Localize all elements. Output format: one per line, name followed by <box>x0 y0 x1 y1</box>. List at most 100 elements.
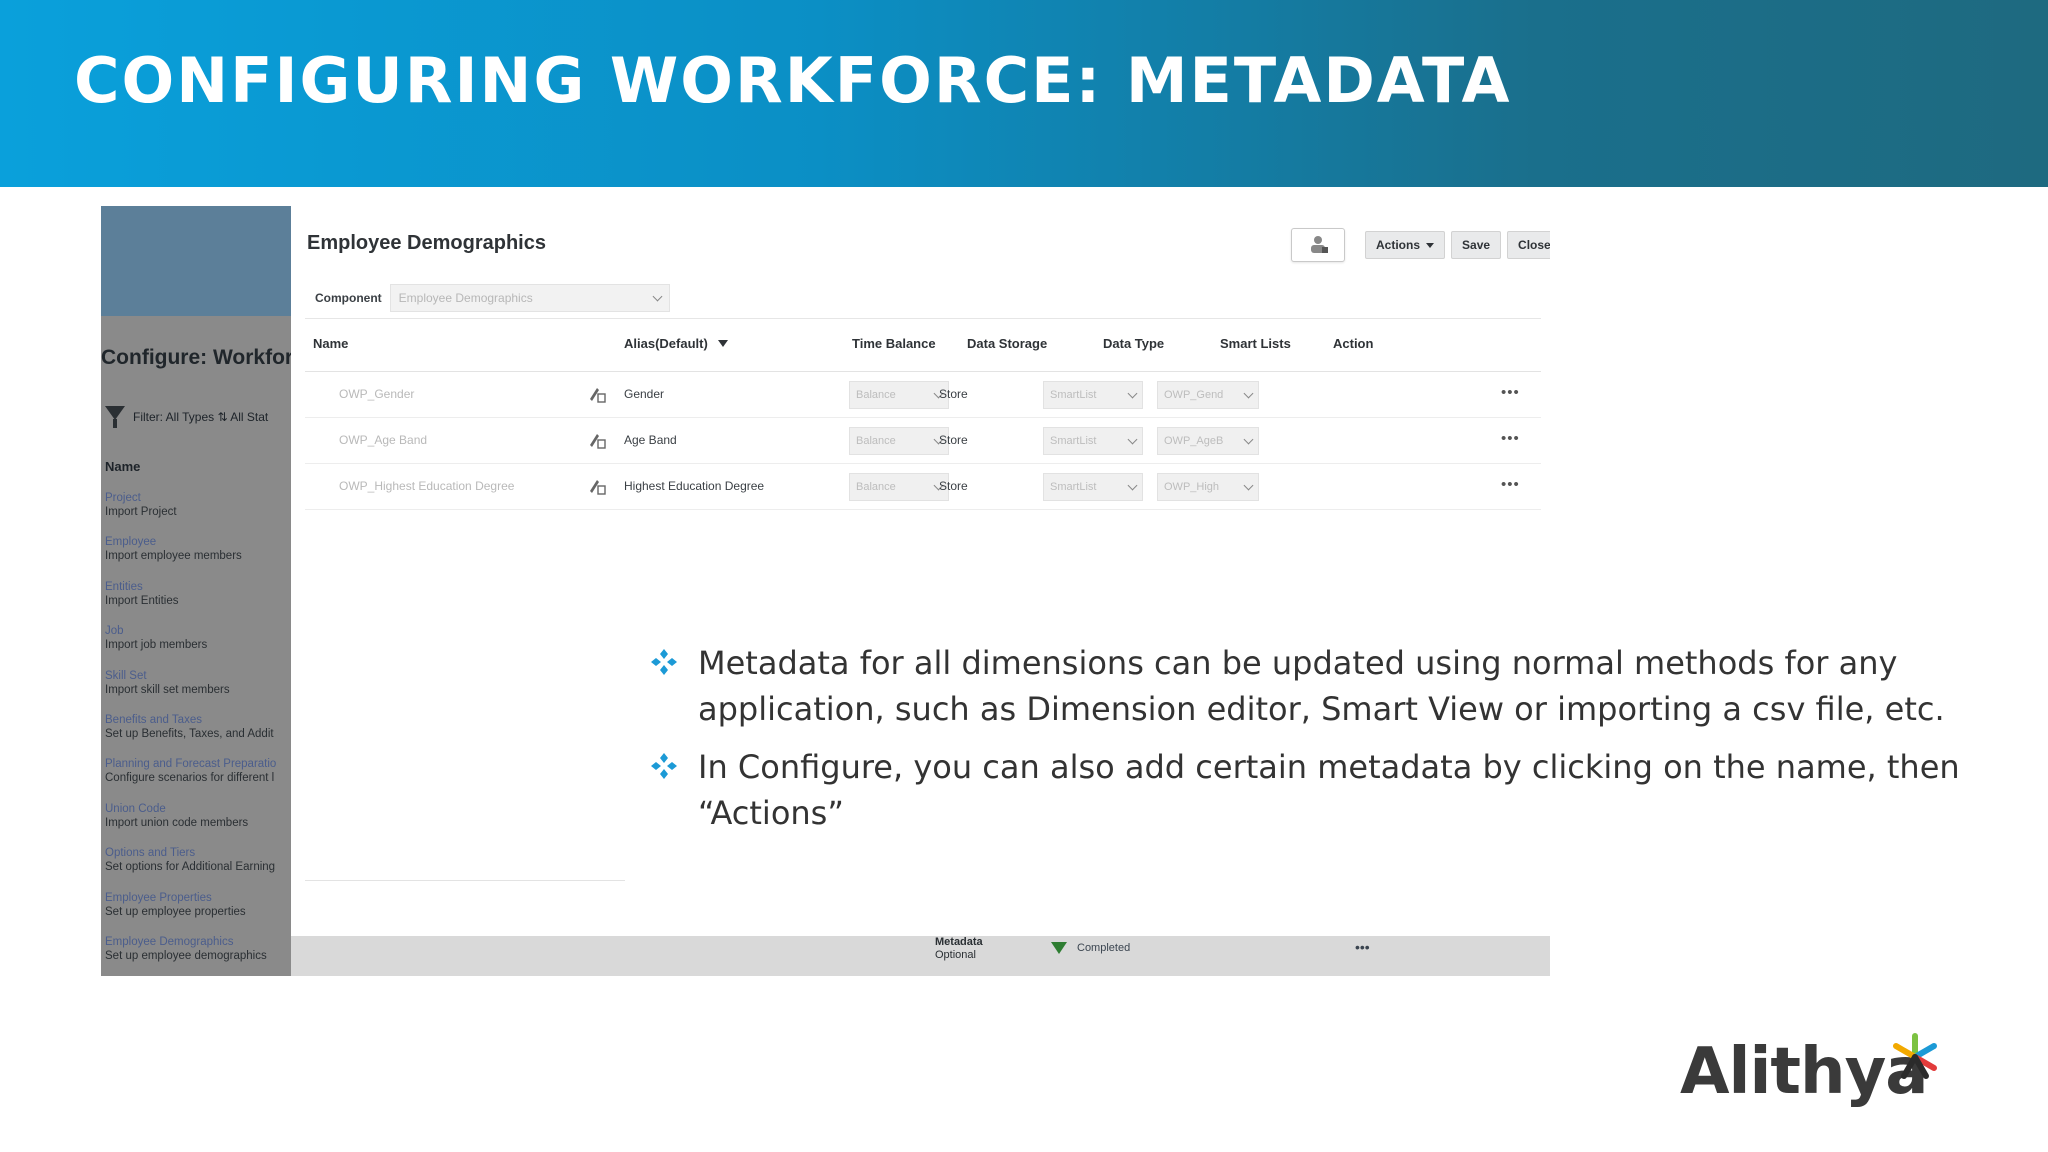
column-header-action[interactable]: Action <box>1333 336 1373 351</box>
app-screenshot: Configure: Workfor Filter: All Types ⇅ A… <box>101 206 1550 976</box>
bullet-list: Metadata for all dimensions can be updat… <box>650 640 1980 848</box>
time-balance-value: Balance <box>856 435 896 447</box>
slide-title: CONFIGURING WORKFORCE: METADATA <box>74 44 1512 117</box>
alias-header-label: Alias(Default) <box>624 336 708 351</box>
row-actions-icon[interactable]: ••• <box>1355 939 1370 955</box>
dialog-title: Employee Demographics <box>307 232 546 254</box>
edit-alias-icon[interactable] <box>588 385 606 403</box>
configure-name-header: Name <box>105 459 141 474</box>
diamond-bullet-icon <box>651 753 677 779</box>
filter-bar[interactable]: Filter: All Types ⇅ All Stat <box>105 406 268 428</box>
alias-value[interactable]: Gender <box>624 387 664 401</box>
list-item[interactable]: Employee Import employee members <box>105 535 291 579</box>
column-header-time-balance[interactable]: Time Balance <box>852 336 936 351</box>
smart-list-value: OWP_Gend <box>1164 389 1224 401</box>
list-item-title[interactable]: Employee <box>105 535 291 549</box>
data-type-select[interactable]: SmartList <box>1043 473 1143 501</box>
table-row: OWP_Gender Gender Balance Store SmartLis… <box>305 372 1541 418</box>
member-name[interactable]: OWP_Age Band <box>339 433 427 447</box>
chevron-down-icon <box>1127 434 1138 444</box>
list-item[interactable]: Employee Demographics Set up employee dem… <box>105 935 291 976</box>
column-header-name[interactable]: Name <box>313 336 348 351</box>
list-item-desc: Import Project <box>105 506 177 518</box>
chevron-down-icon <box>1426 242 1435 248</box>
component-select[interactable]: Employee Demographics <box>389 284 670 312</box>
row-actions-icon[interactable]: ••• <box>1501 476 1520 493</box>
alias-value[interactable]: Highest Education Degree <box>624 479 764 493</box>
chevron-down-icon <box>652 291 663 301</box>
list-item-title[interactable]: Project <box>105 491 291 505</box>
component-row: Component Employee Demographics <box>315 284 670 312</box>
logo-star-icon <box>1893 1033 1937 1079</box>
component-value: Employee Demographics <box>398 291 533 305</box>
bullet-item: In Configure, you can also add certain m… <box>650 744 1980 836</box>
list-item[interactable]: Options and Tiers Set options for Additio… <box>105 846 291 890</box>
time-balance-select[interactable]: Balance <box>849 427 949 455</box>
close-button[interactable]: Close <box>1507 231 1550 259</box>
diamond-bullet-icon <box>651 649 677 675</box>
bullet-text: In Configure, you can also add certain m… <box>698 748 1960 832</box>
dialog-toolbar: Actions Save Close <box>1291 228 1550 262</box>
chevron-down-icon <box>1243 388 1254 398</box>
data-type-select[interactable]: SmartList <box>1043 381 1143 409</box>
time-balance-select[interactable]: Balance <box>849 381 949 409</box>
list-item-title[interactable]: Options and Tiers <box>105 846 291 860</box>
member-icon-button[interactable] <box>1291 228 1345 262</box>
list-item-title[interactable]: Entities <box>105 580 291 594</box>
column-header-data-type[interactable]: Data Type <box>1103 336 1164 351</box>
list-item-desc: Configure scenarios for different l <box>105 772 275 785</box>
list-item[interactable]: Benefits and Taxes Set up Benefits, Taxes… <box>105 713 291 757</box>
metadata-title: Metadata <box>935 936 983 948</box>
list-item-title[interactable]: Skill Set <box>105 669 291 683</box>
bottom-metadata-label: Metadata Optional <box>935 936 983 962</box>
list-item-desc: Set options for Additional Earning <box>105 861 276 874</box>
status-completed: Completed <box>1051 942 1130 954</box>
sort-desc-icon[interactable] <box>717 340 728 347</box>
list-item-title[interactable]: Union Code <box>105 802 291 816</box>
list-item-title[interactable]: Employee Properties <box>105 891 291 905</box>
list-item-desc: Import employee members <box>105 550 242 563</box>
list-item[interactable]: Skill Set Import skill set members <box>105 669 291 713</box>
chevron-down-icon <box>1243 480 1254 490</box>
alithya-logo: Alithya <box>1680 1033 1937 1104</box>
list-item-title[interactable]: Employee Demographics <box>105 935 291 949</box>
list-item[interactable]: Job Import job members <box>105 624 291 668</box>
list-item-title[interactable]: Job <box>105 624 291 638</box>
edit-alias-icon[interactable] <box>588 431 606 449</box>
smart-list-select[interactable]: OWP_AgeB <box>1157 427 1259 455</box>
data-storage-value[interactable]: Store <box>939 433 968 447</box>
alias-value[interactable]: Age Band <box>624 433 677 447</box>
data-type-select[interactable]: SmartList <box>1043 427 1143 455</box>
list-item-desc: Set up Benefits, Taxes, and Addit <box>105 727 274 740</box>
data-storage-value[interactable]: Store <box>939 387 968 401</box>
member-name[interactable]: OWP_Gender <box>339 387 414 401</box>
list-item[interactable]: Employee Properties Set up employee prope… <box>105 891 291 935</box>
smart-list-select[interactable]: OWP_High <box>1157 473 1259 501</box>
column-header-alias[interactable]: Alias(Default) <box>624 336 728 351</box>
list-item[interactable]: Union Code Import union code members <box>105 802 291 846</box>
list-item[interactable]: Project Import Project <box>105 491 291 535</box>
row-actions-icon[interactable]: ••• <box>1501 384 1520 401</box>
chevron-down-icon <box>1243 434 1254 444</box>
list-item-title[interactable]: Benefits and Taxes <box>105 713 291 727</box>
data-storage-value[interactable]: Store <box>939 479 968 493</box>
smart-list-value: OWP_High <box>1164 481 1220 493</box>
actions-button[interactable]: Actions <box>1365 231 1446 259</box>
list-item[interactable]: Planning and Forecast Preparatio Configur… <box>105 757 291 801</box>
column-header-smart-lists[interactable]: Smart Lists <box>1220 336 1291 351</box>
column-header-data-storage[interactable]: Data Storage <box>967 336 1047 351</box>
smart-list-select[interactable]: OWP_Gend <box>1157 381 1259 409</box>
row-actions-icon[interactable]: ••• <box>1501 430 1520 447</box>
data-type-value: SmartList <box>1050 481 1097 493</box>
list-item[interactable]: Entities Import Entities <box>105 580 291 624</box>
save-button[interactable]: Save <box>1451 231 1502 259</box>
bullet-text: Metadata for all dimensions can be updat… <box>698 644 1945 728</box>
filter-icon[interactable] <box>105 406 125 428</box>
edit-alias-icon[interactable] <box>588 477 606 495</box>
time-balance-select[interactable]: Balance <box>849 473 949 501</box>
member-name[interactable]: OWP_Highest Education Degree <box>339 479 514 493</box>
list-item-title[interactable]: Planning and Forecast Preparatio <box>105 757 291 771</box>
chevron-down-icon <box>1127 480 1138 490</box>
table-row: OWP_Age Band Age Band Balance Store Smar… <box>305 418 1541 464</box>
list-item-desc: Set up employee demographics <box>105 949 267 962</box>
